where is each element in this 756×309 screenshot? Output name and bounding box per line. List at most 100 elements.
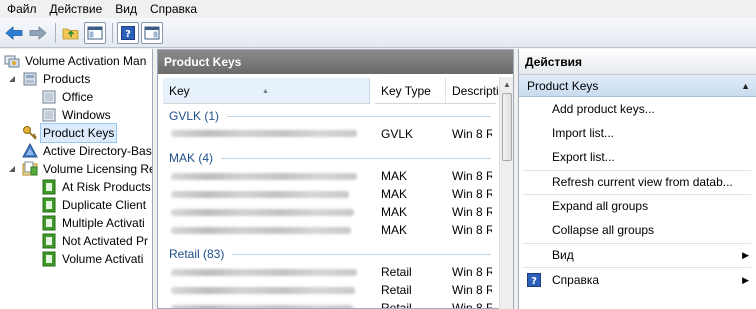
- redacted-key: [171, 130, 357, 137]
- scrollbar-thumb[interactable]: [502, 93, 512, 161]
- redacted-key: [171, 173, 357, 180]
- cell-key-type: Retail: [381, 301, 412, 309]
- back-arrow-icon: [5, 25, 23, 40]
- group-header-retail[interactable]: Retail (83): [169, 245, 491, 263]
- redacted-key: [171, 269, 357, 276]
- actions-pane-title: Действия: [519, 49, 756, 75]
- actions-section-product-keys[interactable]: Product Keys ▲: [519, 75, 756, 97]
- cell-key-type: MAK: [381, 169, 408, 183]
- cell-key-type: Retail: [381, 265, 412, 279]
- folder-up-icon: [62, 28, 79, 39]
- collapse-section-icon[interactable]: ▲: [741, 75, 750, 97]
- up-folder-button[interactable]: [60, 22, 82, 44]
- collapse-triangle-icon[interactable]: [8, 75, 16, 83]
- pane-title: Product Keys: [158, 50, 513, 74]
- action-expand-all-groups[interactable]: Expand all groups: [519, 195, 756, 217]
- cell-description: Win 8 RT: [452, 223, 492, 237]
- cell-key-type: MAK: [381, 223, 408, 237]
- redacted-key: [171, 287, 355, 294]
- reports-folder-icon: [22, 161, 38, 176]
- tree-item-multiple-activation-report[interactable]: Multiple Activati: [41, 214, 147, 232]
- report-icon: [42, 179, 56, 195]
- back-button[interactable]: [3, 22, 25, 44]
- redacted-key: [171, 209, 354, 216]
- show-hide-console-tree-button[interactable]: [84, 21, 106, 44]
- action-import-list[interactable]: Import list...: [519, 122, 756, 144]
- redacted-key: [171, 227, 351, 234]
- product-category-icon: [42, 90, 56, 104]
- tree-item-office[interactable]: Office: [41, 88, 95, 106]
- vamt-console-icon: [4, 55, 20, 68]
- group-divider: [227, 115, 491, 117]
- cell-key-type: MAK: [381, 187, 408, 201]
- column-header-key[interactable]: Key ▲: [163, 78, 370, 104]
- report-icon: [42, 233, 56, 249]
- toolbar-separator: [55, 22, 56, 43]
- menu-help[interactable]: Справка: [143, 0, 203, 18]
- products-icon: [23, 72, 37, 86]
- menu-view[interactable]: Вид: [108, 0, 143, 18]
- report-icon: [42, 197, 56, 213]
- cell-key-type: GVLK: [381, 127, 414, 141]
- vertical-scrollbar[interactable]: ▲: [499, 77, 513, 309]
- forward-button[interactable]: [27, 22, 49, 44]
- product-category-icon: [42, 108, 56, 122]
- tree-item-product-keys[interactable]: Product Keys: [22, 123, 118, 143]
- report-icon: [42, 251, 56, 267]
- tree-item-active-directory-based-activation[interactable]: Active Directory-Bas: [22, 142, 152, 160]
- tree-item-volume-activation-management[interactable]: Volume Activation Man: [4, 52, 148, 70]
- cell-description: Win 8 RT: [452, 127, 492, 141]
- collapse-triangle-icon[interactable]: [8, 165, 16, 173]
- action-add-product-keys[interactable]: Add product keys...: [519, 98, 756, 120]
- active-directory-icon: [22, 143, 38, 158]
- action-pane-icon: [144, 26, 160, 39]
- cell-description: Win 8 RT: [452, 283, 492, 297]
- menu-bar: Файл Действие Вид Справка: [0, 0, 756, 18]
- forward-arrow-icon: [29, 25, 47, 40]
- console-tree-icon: [87, 26, 103, 39]
- group-divider: [221, 157, 491, 159]
- svg-text:?: ?: [531, 276, 537, 287]
- menu-file[interactable]: Файл: [0, 0, 43, 18]
- column-header-key-type[interactable]: Key Type: [375, 78, 445, 104]
- cell-description: Win 8 RT: [452, 187, 492, 201]
- group-header-mak[interactable]: MAK (4): [169, 149, 491, 167]
- submenu-arrow-icon: ▶: [742, 275, 749, 285]
- product-keys-pane: Product Keys Key ▲ Key Type Descriptio GV…: [157, 49, 514, 309]
- action-collapse-all-groups[interactable]: Collapse all groups: [519, 219, 756, 241]
- tree-item-at-risk-products-report[interactable]: At Risk Products: [41, 178, 152, 196]
- tree-item-windows[interactable]: Windows: [41, 106, 113, 124]
- redacted-key: [171, 305, 353, 308]
- tree-item-volume-activation-report[interactable]: Volume Activati: [41, 250, 145, 268]
- help-icon: ?: [121, 25, 135, 40]
- help-icon: ?: [527, 273, 541, 287]
- redacted-key: [171, 191, 349, 198]
- action-view-submenu[interactable]: Вид ▶: [519, 244, 756, 266]
- column-header-description[interactable]: Descriptio: [446, 78, 505, 104]
- group-divider: [232, 253, 491, 255]
- group-header-gvlk[interactable]: GVLK (1): [169, 107, 491, 125]
- cell-description: Win 8 RT: [452, 301, 492, 309]
- cell-description: Win 8 RT: [452, 265, 492, 279]
- tree-item-volume-licensing-reports[interactable]: Volume Licensing Re: [22, 160, 152, 178]
- action-refresh-from-database[interactable]: Refresh current view from datab...: [519, 171, 756, 193]
- cell-key-type: MAK: [381, 205, 408, 219]
- scroll-up-arrow-icon[interactable]: ▲: [503, 80, 511, 89]
- tree-item-duplicate-client-report[interactable]: Duplicate Client: [41, 196, 148, 214]
- menu-action[interactable]: Действие: [43, 0, 109, 18]
- action-help-submenu[interactable]: ? Справка ▶: [519, 269, 756, 291]
- product-keys-list: Key ▲ Key Type Descriptio GVLK (1) GVLK W…: [163, 78, 505, 309]
- tree-item-not-activated-products-report[interactable]: Not Activated Pr: [41, 232, 150, 250]
- show-hide-action-pane-button[interactable]: [141, 21, 163, 44]
- actions-pane: Действия Product Keys ▲ Add product keys…: [518, 49, 756, 309]
- report-icon: [42, 215, 56, 231]
- cell-description: Win 8 RT: [452, 205, 492, 219]
- key-icon: [23, 126, 37, 140]
- help-button[interactable]: ?: [117, 21, 139, 44]
- submenu-arrow-icon: ▶: [742, 250, 749, 260]
- tree-item-products[interactable]: Products: [22, 70, 92, 88]
- svg-text:?: ?: [125, 29, 131, 40]
- console-tree: Volume Activation Man Products Office Wi…: [0, 49, 153, 309]
- sort-ascending-icon: ▲: [262, 88, 269, 95]
- action-export-list[interactable]: Export list...: [519, 146, 756, 168]
